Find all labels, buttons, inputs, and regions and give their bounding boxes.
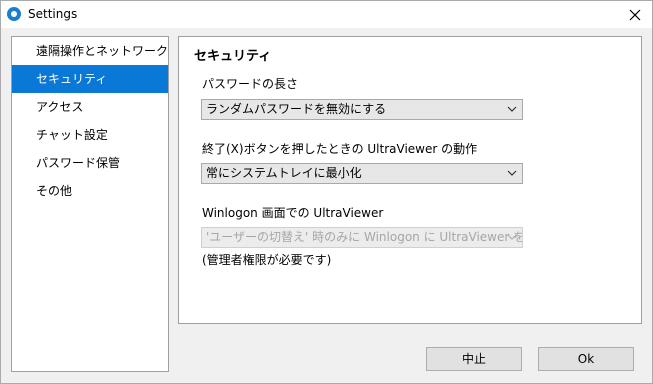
- close-icon: [629, 9, 641, 20]
- sidebar-item-chat-settings[interactable]: チャット設定: [12, 121, 168, 149]
- winlogon-dropdown[interactable]: 'ユーザーの切替え' 時のみに Winlogon に UltraViewer を…: [201, 227, 523, 248]
- winlogon-value: 'ユーザーの切替え' 時のみに Winlogon に UltraViewer を…: [206, 230, 523, 244]
- sidebar-item-password-storage[interactable]: パスワード保管: [12, 149, 168, 177]
- password-length-label: パスワードの長さ: [202, 77, 299, 91]
- panel-title: セキュリティ: [194, 49, 272, 64]
- chevron-down-icon: [507, 106, 517, 112]
- winlogon-label: Winlogon 画面での UltraViewer: [202, 206, 384, 220]
- security-settings-panel: セキュリティ パスワードの長さ ランダムパスワードを無効にする 終了(X)ボタン…: [178, 36, 642, 324]
- close-action-value: 常にシステムトレイに最小化: [206, 166, 362, 180]
- sidebar-item-access[interactable]: アクセス: [12, 93, 168, 121]
- settings-window: Settings 遠隔操作とネットワーク セキュリティ アクセス チャット設定 …: [0, 0, 653, 384]
- chevron-down-icon: [507, 170, 517, 176]
- sidebar-item-security[interactable]: セキュリティ: [12, 65, 168, 93]
- chevron-down-icon: [507, 234, 517, 240]
- sidebar-item-remote-network[interactable]: 遠隔操作とネットワーク: [12, 37, 168, 65]
- password-length-value: ランダムパスワードを無効にする: [206, 102, 387, 116]
- title-bar: Settings: [1, 1, 652, 28]
- sidebar-item-other[interactable]: その他: [12, 177, 168, 205]
- close-button[interactable]: [618, 1, 652, 28]
- close-action-dropdown[interactable]: 常にシステムトレイに最小化: [201, 163, 523, 184]
- settings-category-list: 遠隔操作とネットワーク セキュリティ アクセス チャット設定 パスワード保管 そ…: [11, 36, 169, 372]
- window-title: Settings: [28, 7, 78, 21]
- admin-rights-note: (管理者権限が必要です): [202, 253, 332, 267]
- ok-button[interactable]: Ok: [538, 347, 634, 371]
- close-action-label: 終了(X)ボタンを押したときの UltraViewer の動作: [202, 142, 478, 156]
- password-length-dropdown[interactable]: ランダムパスワードを無効にする: [201, 99, 523, 120]
- cancel-button[interactable]: 中止: [426, 347, 522, 371]
- ultraviewer-app-icon: [7, 7, 21, 21]
